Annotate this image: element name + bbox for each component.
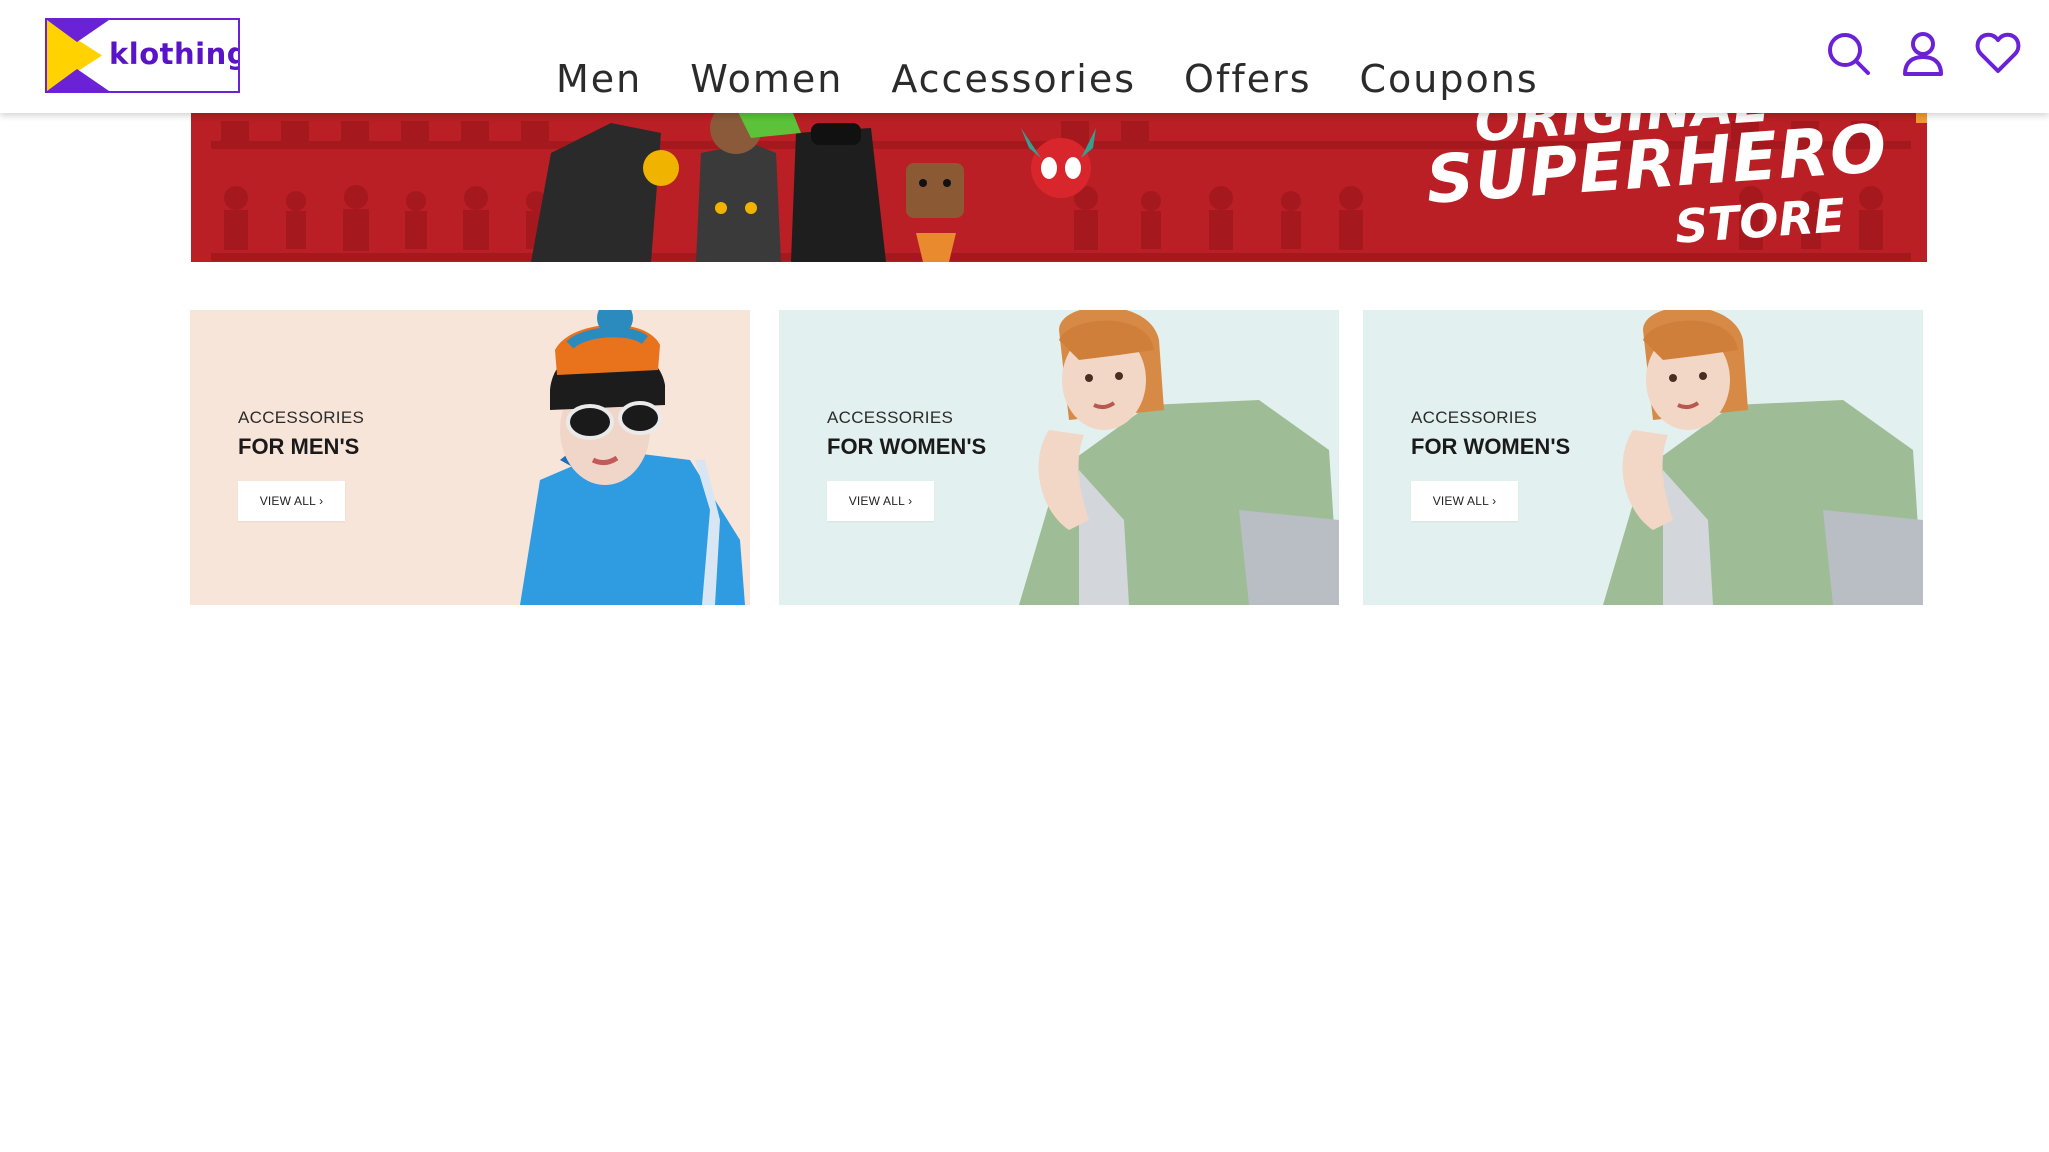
view-all-button[interactable]: VIEW ALL › bbox=[827, 481, 934, 521]
model-photo-women bbox=[1019, 310, 1339, 605]
nav-item-accessories[interactable]: Accessories bbox=[891, 54, 1136, 104]
nav-item-offers[interactable]: Offers bbox=[1184, 54, 1311, 104]
nav-item-men[interactable]: Men bbox=[556, 54, 642, 104]
nav-item-coupons[interactable]: Coupons bbox=[1360, 54, 1539, 104]
promo-title: FOR WOMEN'S bbox=[1411, 434, 1571, 459]
logo-text: klothings bbox=[109, 37, 238, 71]
logo-mark-icon bbox=[47, 20, 117, 91]
search-icon[interactable] bbox=[1825, 30, 1871, 76]
view-all-button[interactable]: VIEW ALL › bbox=[1411, 481, 1518, 521]
user-icon[interactable] bbox=[1900, 30, 1946, 76]
promo-kicker: ACCESSORIES bbox=[238, 408, 365, 427]
hero-banner[interactable]: ORIGINAL SUPERHERO STORE bbox=[191, 113, 1927, 262]
view-all-label: VIEW ALL bbox=[1432, 494, 1489, 508]
view-all-button[interactable]: VIEW ALL › bbox=[238, 481, 345, 521]
promo-kicker: ACCESSORIES bbox=[827, 408, 954, 427]
promo-title: FOR WOMEN'S bbox=[827, 434, 987, 459]
nav-item-women[interactable]: Women bbox=[690, 54, 843, 104]
promo-card-women-2[interactable]: ACCESSORIES FOR WOMEN'S VIEW ALL › bbox=[1363, 310, 1923, 605]
view-all-label: VIEW ALL bbox=[848, 494, 905, 508]
model-photo-women bbox=[1603, 310, 1923, 605]
chevron-right-icon: › bbox=[908, 494, 913, 508]
hero-accent-bar bbox=[1916, 113, 1927, 123]
view-all-label: VIEW ALL bbox=[259, 494, 316, 508]
header-actions bbox=[1796, 30, 2021, 76]
model-photo-men bbox=[520, 310, 745, 605]
site-header: klothings Men Women Accessories Offers C… bbox=[0, 0, 2049, 113]
chevron-right-icon: › bbox=[319, 494, 324, 508]
heart-icon[interactable] bbox=[1975, 30, 2021, 76]
chevron-right-icon: › bbox=[1492, 494, 1497, 508]
site-logo[interactable]: klothings bbox=[45, 18, 240, 93]
promo-kicker: ACCESSORIES bbox=[1411, 408, 1538, 427]
promo-card-women[interactable]: ACCESSORIES FOR WOMEN'S VIEW ALL › bbox=[779, 310, 1339, 605]
promo-card-men[interactable]: ACCESSORIES FOR MEN'S VIEW ALL › bbox=[190, 310, 750, 605]
promo-title: FOR MEN'S bbox=[238, 434, 360, 459]
main-nav: Men Women Accessories Offers Coupons bbox=[556, 54, 1587, 104]
